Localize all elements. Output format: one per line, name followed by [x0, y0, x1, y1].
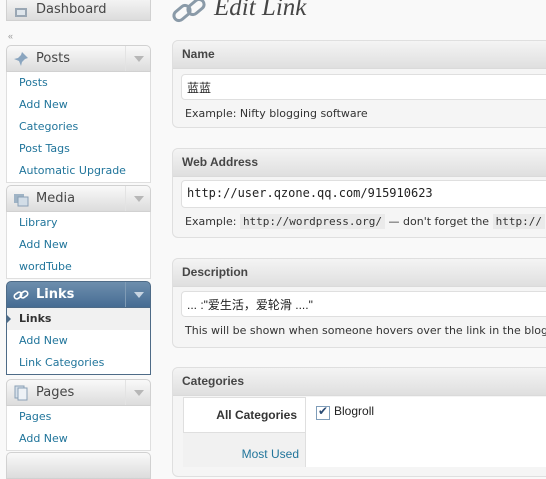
pages-submenu: Pages Add New: [6, 406, 151, 451]
link-description-input[interactable]: ... :"爱生活，爱轮滑 ....": [181, 291, 546, 317]
collapse-menu-icon[interactable]: «: [8, 31, 13, 41]
chevron-down-icon[interactable]: [125, 46, 150, 71]
menu-dashboard-label: Dashboard: [36, 2, 107, 17]
web-address-box: Web Address http://user.qzone.qq.com/915…: [172, 148, 546, 238]
blogroll-label[interactable]: Blogroll: [334, 404, 374, 418]
categories-box-title[interactable]: Categories: [173, 368, 546, 396]
submenu-links[interactable]: Links: [6, 308, 150, 330]
description-box-title[interactable]: Description: [173, 259, 546, 287]
page-title: Edit Link: [214, 0, 307, 21]
pages-icon: [14, 385, 28, 401]
menu-links[interactable]: Links: [6, 281, 151, 308]
submenu-posts[interactable]: Posts: [7, 72, 150, 94]
submenu-library[interactable]: Library: [7, 212, 150, 234]
menu-media[interactable]: Media: [6, 185, 151, 212]
menu-next[interactable]: [6, 452, 151, 479]
submenu-categories[interactable]: Categories: [7, 116, 150, 138]
submenu-wordtube[interactable]: wordTube: [7, 256, 150, 278]
submenu-links-add-new[interactable]: Add New: [7, 330, 150, 352]
chevron-down-icon[interactable]: [125, 186, 150, 211]
help-prefix: Example:: [185, 215, 237, 228]
menu-pages-label: Pages: [36, 385, 75, 400]
description-help-text: This will be shown when someone hovers o…: [185, 324, 546, 337]
media-icon: [14, 194, 29, 207]
blogroll-checkbox[interactable]: [316, 404, 330, 420]
name-help-text: Example: Nifty blogging software: [185, 107, 368, 120]
web-address-box-title[interactable]: Web Address: [173, 149, 546, 177]
submenu-media-add-new[interactable]: Add New: [7, 234, 150, 256]
admin-sidebar: Dashboard « Posts Posts Add New Categori…: [0, 0, 158, 479]
menu-links-label: Links: [36, 287, 75, 302]
submenu-posts-add-new[interactable]: Add New: [7, 94, 150, 116]
dashboard-icon: [15, 8, 27, 17]
chevron-down-icon[interactable]: [125, 282, 150, 307]
link-icon: [13, 290, 29, 300]
pushpin-icon: [14, 52, 28, 66]
posts-submenu: Posts Add New Categories Post Tags Autom…: [6, 72, 151, 183]
menu-posts-label: Posts: [36, 51, 70, 66]
submenu-automatic-upgrade[interactable]: Automatic Upgrade: [7, 160, 150, 182]
chevron-down-icon[interactable]: [125, 380, 150, 405]
category-checklist: Blogroll: [305, 397, 546, 467]
link-icon: [172, 0, 206, 23]
menu-pages[interactable]: Pages: [6, 379, 151, 406]
link-url-input[interactable]: http://user.qzone.qq.com/915910623: [181, 180, 546, 208]
submenu-pages[interactable]: Pages: [7, 406, 150, 428]
menu-dashboard[interactable]: Dashboard: [6, 0, 151, 21]
tab-most-used[interactable]: Most Used: [242, 447, 299, 461]
help-example-url: http://wordpress.org/: [239, 214, 386, 229]
description-box: Description ... :"爱生活，爱轮滑 ...." This wil…: [172, 258, 546, 348]
name-box-title[interactable]: Name: [173, 41, 546, 69]
submenu-pages-add-new[interactable]: Add New: [7, 428, 150, 450]
name-box: Name 蓝蓝 Example: Nifty blogging software: [172, 40, 546, 128]
menu-media-label: Media: [36, 191, 76, 206]
links-submenu: Links Add New Link Categories: [6, 308, 151, 375]
submenu-link-categories[interactable]: Link Categories: [7, 352, 150, 374]
help-protocol: http://: [492, 214, 545, 229]
tab-all-categories[interactable]: All Categories: [183, 397, 305, 433]
menu-posts[interactable]: Posts: [6, 45, 151, 72]
web-address-help: Example: http://wordpress.org/ — don't f…: [185, 214, 545, 229]
category-tabs: All Categories Most Used: [183, 397, 305, 467]
media-submenu: Library Add New wordTube: [6, 212, 151, 279]
help-middle: — don't forget the: [388, 215, 490, 228]
link-name-input[interactable]: 蓝蓝: [181, 74, 546, 100]
submenu-post-tags[interactable]: Post Tags: [7, 138, 150, 160]
